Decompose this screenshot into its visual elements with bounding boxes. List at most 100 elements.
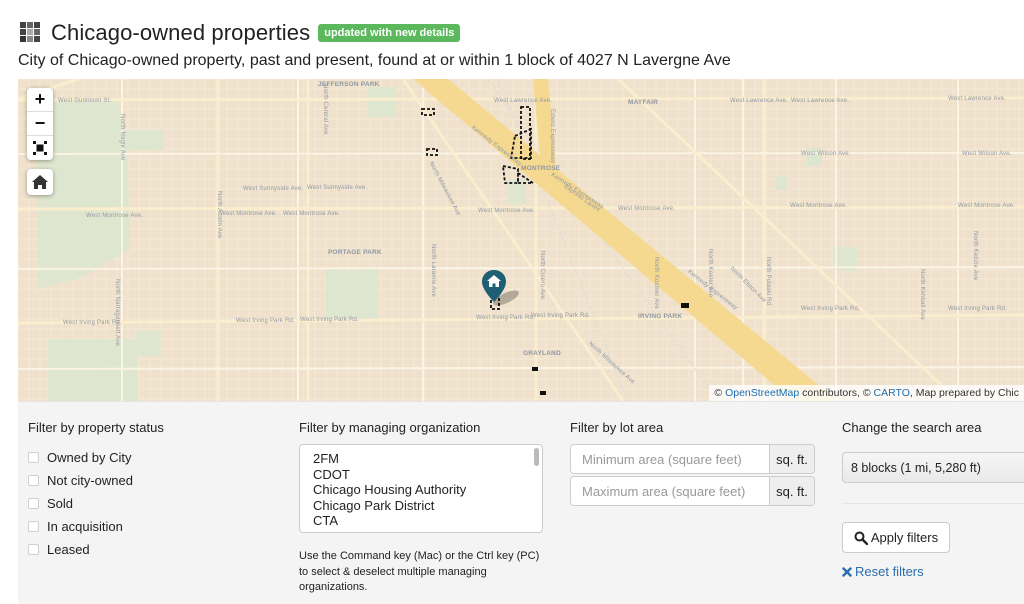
apply-filters-button[interactable]: Apply filters bbox=[842, 522, 950, 553]
map-label: West Irving Park Rd. bbox=[476, 315, 535, 321]
map-label: North Cicero Ave bbox=[539, 251, 545, 300]
map-label: North Nagle Ave bbox=[119, 114, 125, 161]
map-label: West Montrose Ave. bbox=[790, 203, 848, 209]
status-option-in-acquisition[interactable]: In acquisition bbox=[28, 515, 133, 538]
reset-filters-label: Reset filters bbox=[855, 564, 924, 579]
map-label: North Laramie Ave bbox=[430, 244, 436, 297]
organization-option[interactable]: 2FM bbox=[313, 451, 542, 467]
map-label: North Austin Ave bbox=[216, 191, 222, 239]
map-label: West Montrose Ave. bbox=[86, 213, 144, 219]
checkbox[interactable] bbox=[28, 498, 39, 509]
map-label: IRVING PARK bbox=[638, 313, 683, 320]
map-label: West Lawrence Ave. bbox=[494, 98, 553, 104]
organization-multiselect[interactable]: 2FM CDOT Chicago Housing Authority Chica… bbox=[299, 444, 543, 533]
map-label: North Kostner Ave bbox=[653, 257, 659, 309]
status-option-sold[interactable]: Sold bbox=[28, 492, 133, 515]
home-button[interactable] bbox=[27, 169, 53, 195]
organization-option[interactable]: CDOT bbox=[313, 467, 542, 483]
divider bbox=[842, 503, 1024, 504]
zoom-controls: + − bbox=[27, 88, 53, 160]
fullscreen-icon bbox=[33, 141, 47, 155]
map-label: MAYFAIR bbox=[628, 99, 659, 106]
close-icon bbox=[842, 566, 852, 577]
map-label: MONTROSE bbox=[521, 165, 561, 172]
home-marker-icon bbox=[482, 270, 519, 306]
zoom-out-button[interactable]: − bbox=[27, 112, 53, 136]
min-area-group: sq. ft. bbox=[570, 444, 815, 474]
zoom-in-button[interactable]: + bbox=[27, 88, 53, 112]
page-header: Chicago-owned properties updated with ne… bbox=[20, 18, 461, 48]
updated-badge: updated with new details bbox=[318, 24, 461, 42]
home-icon bbox=[32, 175, 48, 189]
map-label: West Lawrence Ave. bbox=[791, 98, 850, 104]
map-attribution: © OpenStreetMap contributors, © CARTO, M… bbox=[709, 385, 1024, 401]
openstreetmap-link[interactable]: OpenStreetMap bbox=[725, 387, 799, 399]
map-label: Edens Expressway bbox=[549, 109, 555, 164]
checkbox[interactable] bbox=[28, 452, 39, 463]
filters-panel: Filter by property status Owned by City … bbox=[18, 401, 1024, 604]
map-label: GRAYLAND bbox=[523, 350, 561, 357]
page-subtitle: City of Chicago-owned property, past and… bbox=[18, 52, 731, 69]
map-label: West Irving Park Rd. bbox=[948, 306, 1007, 312]
map-label: West Montrose Ave. bbox=[283, 211, 341, 217]
map-label: West Montrose Ave. bbox=[220, 211, 278, 217]
status-option-not-city-owned[interactable]: Not city-owned bbox=[28, 469, 133, 492]
map[interactable]: JEFFERSON PARK West Gunnison St. West La… bbox=[18, 79, 1024, 401]
scrollbar[interactable] bbox=[534, 448, 539, 466]
map-label: North Keeler Ave bbox=[707, 249, 713, 298]
map-label: North Narragansett Ave bbox=[114, 279, 120, 346]
page-title: Chicago-owned properties bbox=[51, 20, 311, 45]
map-label: West Lawrence Ave. bbox=[730, 98, 789, 104]
unit-addon: sq. ft. bbox=[769, 477, 814, 505]
organization-help-text: Use the Command key (Mac) or the Ctrl ke… bbox=[299, 550, 540, 593]
status-filter-list: Owned by City Not city-owned Sold In acq… bbox=[28, 446, 133, 561]
map-label: West Wilson Ave. bbox=[962, 151, 1012, 157]
organization-filter-title: Filter by managing organization bbox=[299, 420, 481, 435]
attribution-text: , Map prepared by Chic bbox=[909, 387, 1019, 399]
min-area-input[interactable] bbox=[571, 445, 769, 473]
checkbox[interactable] bbox=[28, 521, 39, 532]
map-label: West Montrose Ave. bbox=[958, 203, 1016, 209]
checkbox[interactable] bbox=[28, 544, 39, 555]
map-label: West Sunnyside Ave. bbox=[307, 185, 368, 191]
carto-link[interactable]: CARTO bbox=[873, 387, 909, 399]
map-label: West Irving Park Rd. bbox=[801, 306, 860, 312]
grid-squares-icon bbox=[20, 22, 42, 44]
status-option-leased[interactable]: Leased bbox=[28, 538, 133, 561]
map-label: North Kedzie Ave bbox=[972, 231, 978, 281]
map-label: West Irving Park Rd. bbox=[300, 317, 359, 323]
checkbox-label: Not city-owned bbox=[47, 473, 133, 488]
max-area-group: sq. ft. bbox=[570, 476, 815, 506]
status-filter-title: Filter by property status bbox=[28, 420, 164, 435]
map-label: West Irving Park Rd. bbox=[236, 318, 295, 324]
map-label: West Gunnison St. bbox=[58, 98, 112, 104]
checkbox[interactable] bbox=[28, 475, 39, 486]
map-label: West Montrose Ave. bbox=[478, 208, 536, 214]
unit-addon: sq. ft. bbox=[769, 445, 814, 473]
organization-option[interactable]: Chicago Housing Authority bbox=[313, 482, 542, 498]
status-option-owned-by-city[interactable]: Owned by City bbox=[28, 446, 133, 469]
apply-filters-label: Apply filters bbox=[870, 530, 939, 545]
map-label: West Montrose Ave. bbox=[618, 206, 676, 212]
lot-area-filter-title: Filter by lot area bbox=[570, 420, 664, 435]
map-tiles bbox=[18, 79, 1024, 401]
search-area-select[interactable]: 8 blocks (1 mi, 5,280 ft) bbox=[842, 452, 1024, 483]
search-area-title: Change the search area bbox=[842, 420, 982, 435]
map-label: West Lawrence Ave. bbox=[948, 96, 1007, 102]
map-label: PORTAGE PARK bbox=[328, 249, 382, 256]
attribution-text: © bbox=[714, 387, 726, 399]
location-marker[interactable] bbox=[482, 270, 528, 315]
checkbox-label: Owned by City bbox=[47, 450, 132, 465]
map-label: North Central Ave bbox=[322, 84, 328, 135]
search-area-selected-value: 8 blocks (1 mi, 5,280 ft) bbox=[851, 460, 981, 475]
checkbox-label: Leased bbox=[47, 542, 90, 557]
reset-filters-link[interactable]: Reset filters bbox=[842, 564, 924, 579]
map-label: West Wilson Ave. bbox=[801, 151, 851, 157]
organization-option[interactable]: Chicago Park District bbox=[313, 498, 542, 514]
fullscreen-button[interactable] bbox=[27, 136, 53, 160]
map-label: West Sunnyside Ave. bbox=[243, 186, 304, 192]
max-area-input[interactable] bbox=[571, 477, 769, 505]
organization-option[interactable]: CTA bbox=[313, 513, 542, 529]
map-label: West Irving Park Rd. bbox=[531, 313, 590, 319]
attribution-text: contributors, © bbox=[799, 387, 874, 399]
